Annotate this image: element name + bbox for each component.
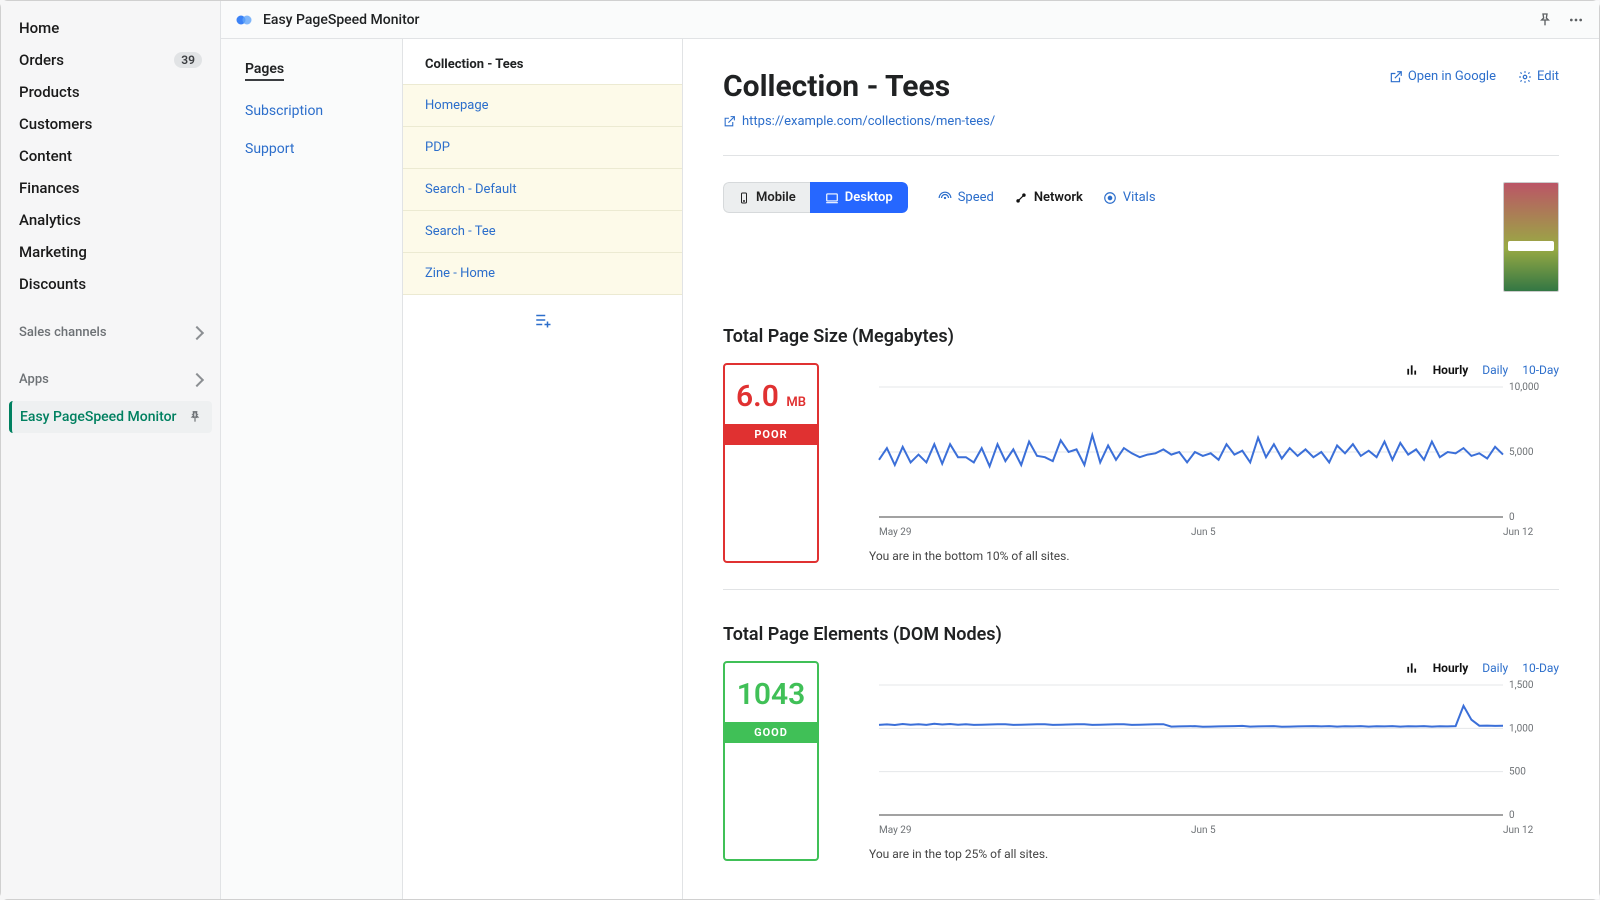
svg-text:Jun 5: Jun 5 bbox=[1191, 527, 1216, 538]
time-tab-10day[interactable]: 10-Day bbox=[1522, 661, 1559, 675]
svg-text:500: 500 bbox=[1509, 767, 1526, 778]
svg-text:May 29: May 29 bbox=[879, 825, 912, 836]
chart-caption-page-size: You are in the bottom 10% of all sites. bbox=[869, 549, 1559, 563]
topbar: Easy PageSpeed Monitor bbox=[221, 1, 1599, 39]
time-tab-daily[interactable]: Daily bbox=[1482, 661, 1508, 675]
svg-text:Jun 12: Jun 12 bbox=[1503, 825, 1534, 836]
page-item-zine-home[interactable]: Zine - Home bbox=[403, 253, 682, 295]
page-url-link[interactable]: https://example.com/collections/men-tees… bbox=[742, 114, 995, 129]
svg-text:1,500: 1,500 bbox=[1509, 680, 1534, 691]
time-tab-hourly[interactable]: Hourly bbox=[1433, 363, 1469, 377]
score-value: 1043 bbox=[737, 677, 806, 712]
nav-item-home[interactable]: Home bbox=[9, 13, 212, 43]
chart-caption-dom-nodes: You are in the top 25% of all sites. bbox=[869, 847, 1559, 861]
section-title-page-size: Total Page Size (Megabytes) bbox=[723, 326, 1559, 347]
time-tab-hourly[interactable]: Hourly bbox=[1433, 661, 1469, 675]
divider bbox=[723, 589, 1559, 590]
page-title: Collection - Tees bbox=[723, 69, 995, 104]
external-link-icon bbox=[723, 115, 736, 128]
time-tab-daily[interactable]: Daily bbox=[1482, 363, 1508, 377]
add-page-button[interactable] bbox=[403, 295, 682, 345]
app-logo-icon bbox=[235, 11, 253, 29]
content-column: Collection - Tees https://example.com/co… bbox=[683, 39, 1599, 899]
nav-item-finances[interactable]: Finances bbox=[9, 173, 212, 203]
link-support[interactable]: Support bbox=[245, 141, 378, 157]
nav-item-customers[interactable]: Customers bbox=[9, 109, 212, 139]
divider bbox=[723, 155, 1559, 156]
svg-text:5,000: 5,000 bbox=[1509, 447, 1534, 458]
orders-badge: 39 bbox=[174, 52, 202, 68]
svg-text:Jun 12: Jun 12 bbox=[1503, 527, 1534, 538]
page-item-search-tee[interactable]: Search - Tee bbox=[403, 211, 682, 253]
nav-item-content[interactable]: Content bbox=[9, 141, 212, 171]
topbar-title: Easy PageSpeed Monitor bbox=[263, 12, 420, 28]
pages-column-header: Collection - Tees bbox=[403, 39, 682, 84]
page-thumbnail bbox=[1503, 182, 1559, 292]
chart-icon bbox=[1405, 363, 1419, 377]
nav-item-marketing[interactable]: Marketing bbox=[9, 237, 212, 267]
nav-item-analytics[interactable]: Analytics bbox=[9, 205, 212, 235]
open-in-google-button[interactable]: Open in Google bbox=[1389, 69, 1496, 84]
tab-vitals[interactable]: Vitals bbox=[1093, 183, 1166, 212]
primary-nav: Home Orders 39 Products Customers Conten… bbox=[1, 1, 221, 899]
svg-text:10,000: 10,000 bbox=[1509, 382, 1539, 393]
tab-network[interactable]: Network bbox=[1004, 183, 1093, 212]
page-item-search-default[interactable]: Search - Default bbox=[403, 169, 682, 211]
nav-item-orders[interactable]: Orders 39 bbox=[9, 45, 212, 75]
chevron-right-icon bbox=[190, 372, 204, 386]
score-rating: GOOD bbox=[725, 722, 817, 743]
nav-section-apps[interactable]: Apps bbox=[9, 366, 212, 393]
score-rating: POOR bbox=[725, 424, 817, 445]
more-button[interactable] bbox=[1567, 12, 1585, 28]
tab-pages[interactable]: Pages bbox=[245, 61, 284, 81]
score-card-dom-nodes: 1043 GOOD bbox=[723, 661, 819, 861]
pin-button[interactable] bbox=[1537, 12, 1553, 28]
svg-text:0: 0 bbox=[1509, 810, 1515, 821]
nav-item-products[interactable]: Products bbox=[9, 77, 212, 107]
nav-section-sales-channels[interactable]: Sales channels bbox=[9, 319, 212, 346]
score-unit: MB bbox=[786, 395, 806, 410]
settings-column: Pages Subscription Support bbox=[221, 39, 403, 899]
device-tab-desktop[interactable]: Desktop bbox=[810, 182, 908, 213]
svg-text:0: 0 bbox=[1509, 512, 1515, 523]
chevron-right-icon bbox=[190, 325, 204, 339]
pages-column: Collection - Tees Homepage PDP Search - … bbox=[403, 39, 683, 899]
score-value: 6.0 bbox=[736, 379, 779, 414]
chart-page-size: 0 5,000 10,000 May 29 Jun 5 Jun 12 bbox=[869, 381, 1549, 541]
device-tab-mobile[interactable]: Mobile bbox=[723, 182, 810, 213]
svg-text:1,000: 1,000 bbox=[1509, 723, 1534, 734]
time-tab-10day[interactable]: 10-Day bbox=[1522, 363, 1559, 377]
link-subscription[interactable]: Subscription bbox=[245, 103, 378, 119]
page-item-homepage[interactable]: Homepage bbox=[403, 84, 682, 127]
chart-dom-nodes: 0 500 1,000 1,500 May 29 Jun 5 Jun 12 bbox=[869, 679, 1549, 839]
nav-app-easy-pagespeed[interactable]: Easy PageSpeed Monitor bbox=[9, 401, 212, 433]
chart-icon bbox=[1405, 661, 1419, 675]
pin-icon[interactable] bbox=[188, 410, 202, 424]
svg-text:Jun 5: Jun 5 bbox=[1191, 825, 1216, 836]
edit-button[interactable]: Edit bbox=[1518, 69, 1559, 84]
page-item-pdp[interactable]: PDP bbox=[403, 127, 682, 169]
score-card-page-size: 6.0 MB POOR bbox=[723, 363, 819, 563]
svg-text:May 29: May 29 bbox=[879, 527, 912, 538]
tab-speed[interactable]: Speed bbox=[928, 183, 1004, 212]
section-title-dom-nodes: Total Page Elements (DOM Nodes) bbox=[723, 624, 1559, 645]
nav-item-discounts[interactable]: Discounts bbox=[9, 269, 212, 299]
